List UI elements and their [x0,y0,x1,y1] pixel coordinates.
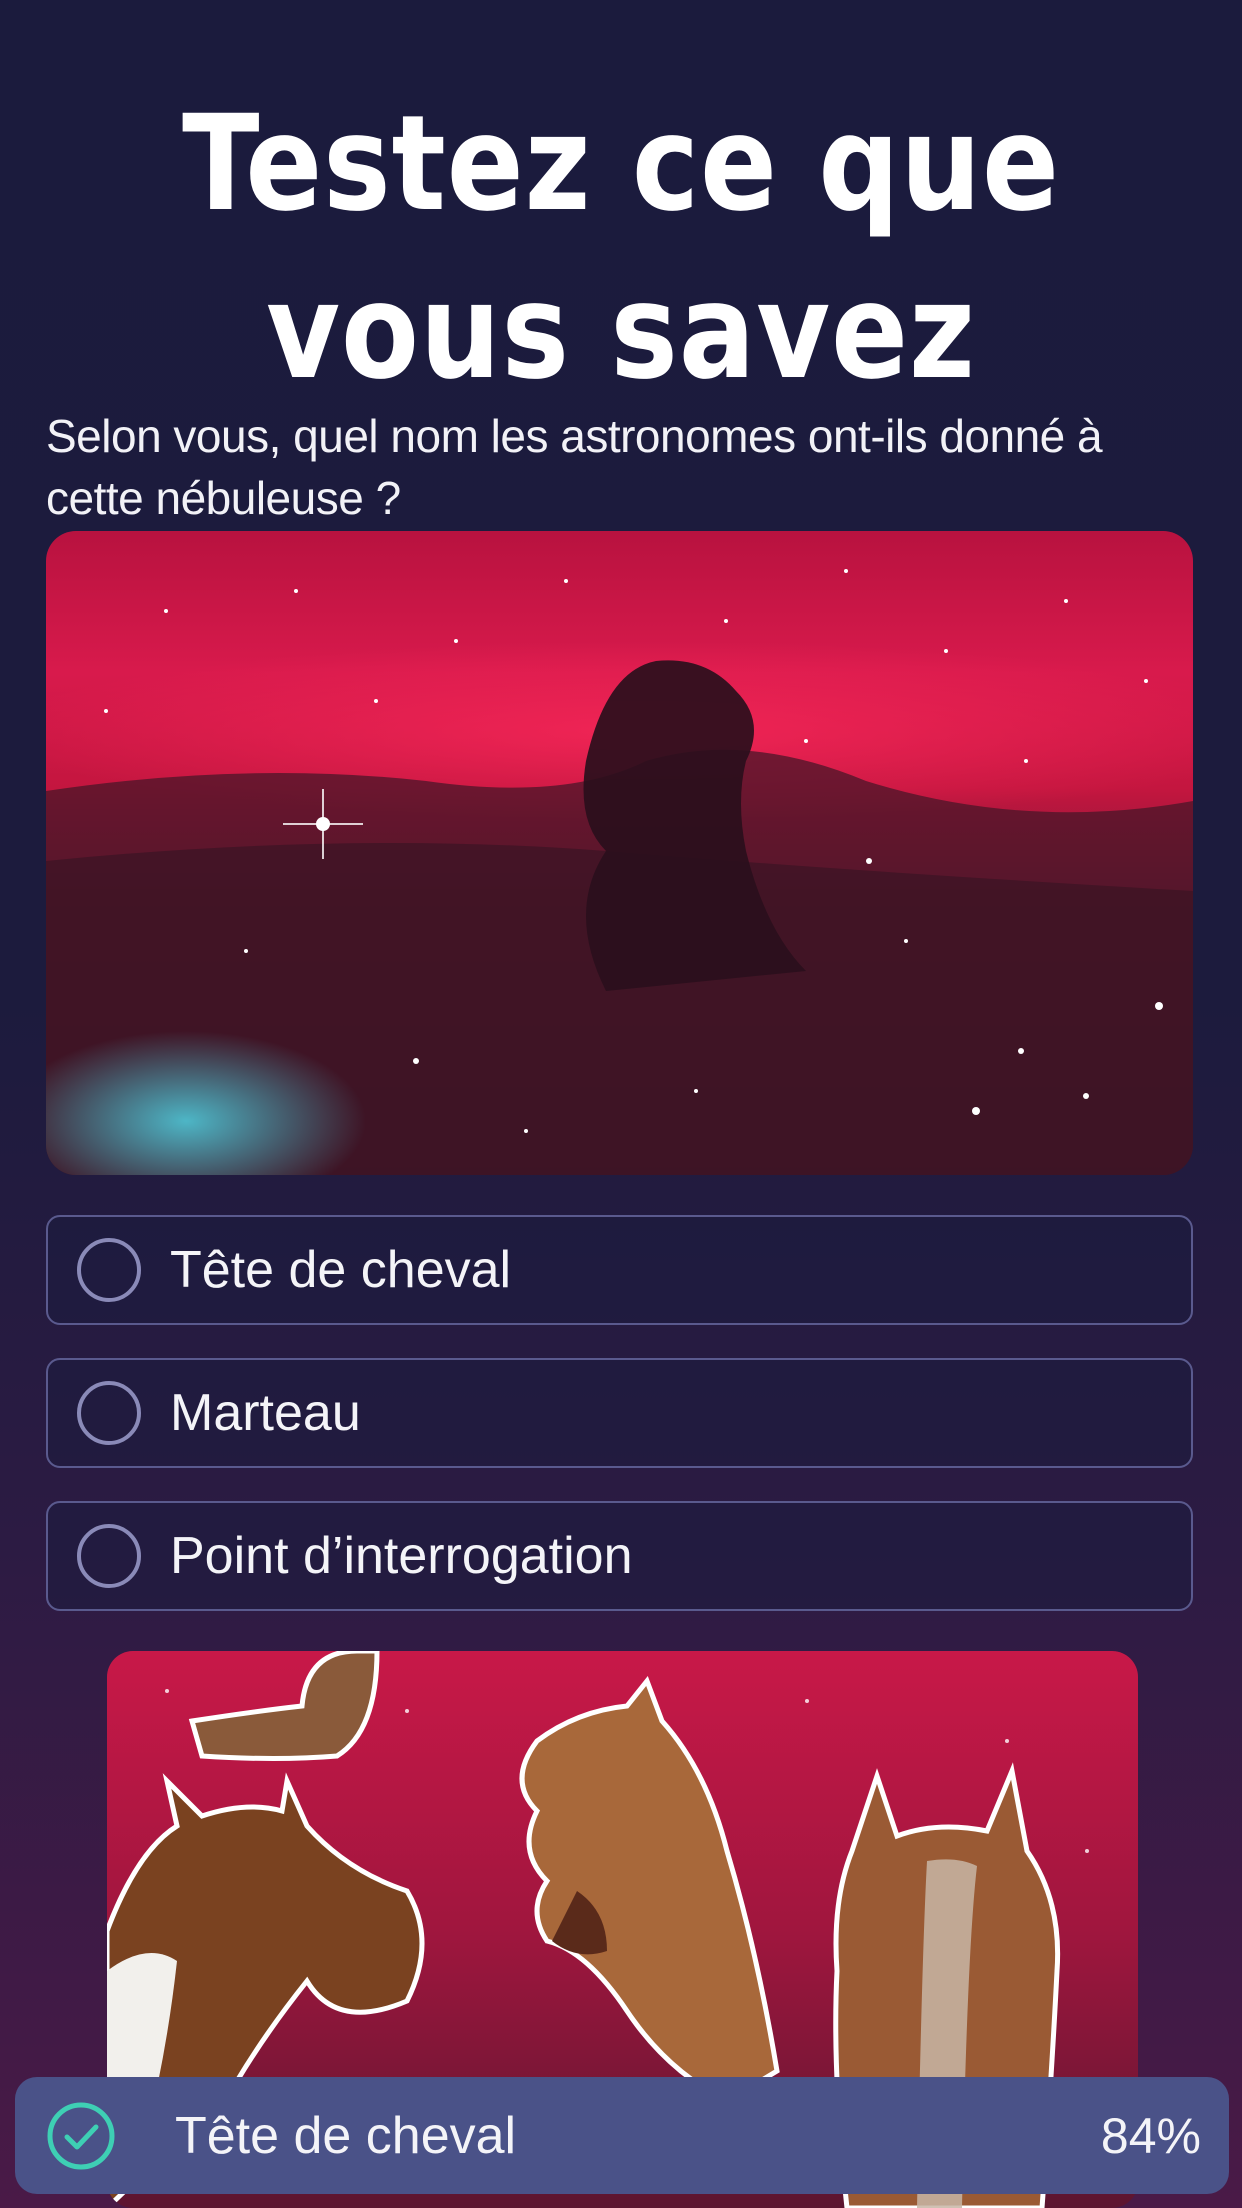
radio-button-icon[interactable] [77,1524,141,1588]
result-bar: Tête de cheval 84% [15,2077,1229,2194]
question-text: Selon vous, quel nom les astronomes ont-… [46,410,1103,524]
page-title: Testez ce que vous savez [87,80,1155,416]
answer-option-2[interactable]: Marteau [46,1358,1193,1468]
page-title-line-1: Testez ce que [182,87,1060,241]
radio-button-icon[interactable] [77,1381,141,1445]
answer-option-label: Tête de cheval [170,1241,512,1299]
nebula-image [46,531,1193,1175]
answer-option-3[interactable]: Point d’interrogation [46,1501,1193,1611]
radio-button-icon[interactable] [77,1238,141,1302]
answer-option-label: Marteau [170,1384,361,1442]
answer-option-label: Point d’interrogation [170,1527,633,1585]
check-circle-icon [47,2102,115,2169]
page-title-line-2: vous savez [266,255,976,409]
answer-option-1[interactable]: Tête de cheval [46,1215,1193,1325]
result-label: Tête de cheval [175,2106,517,2165]
result-percent: 84% [1100,2107,1201,2164]
